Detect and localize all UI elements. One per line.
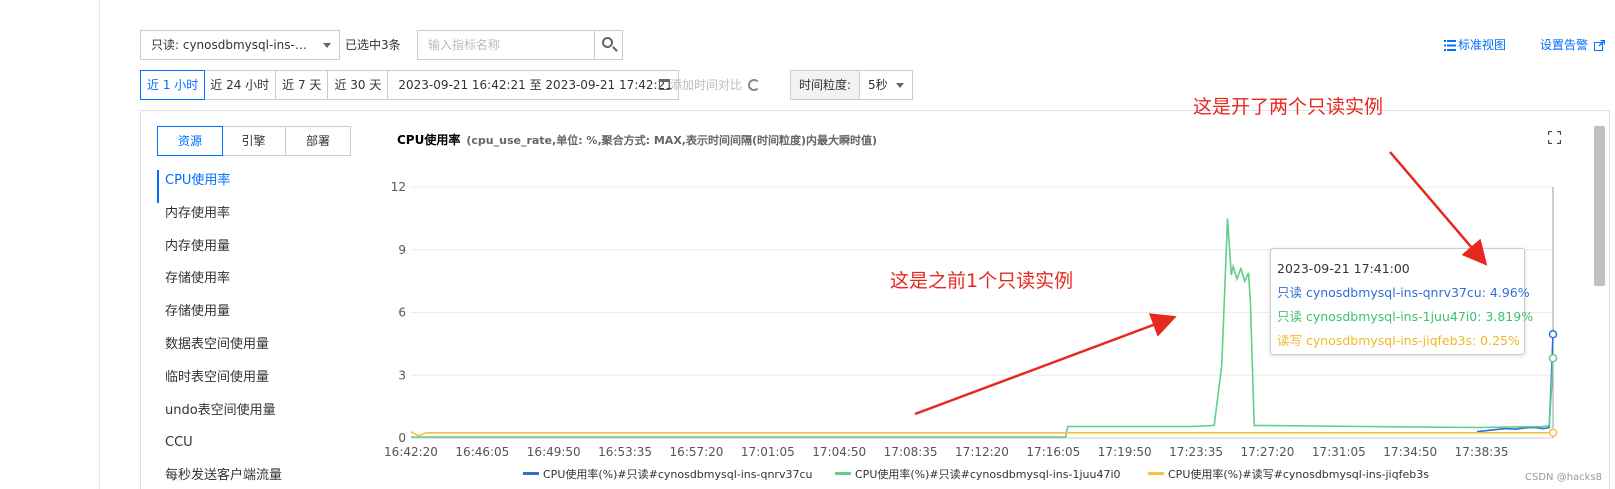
series-point — [1548, 428, 1558, 438]
series-point — [1548, 330, 1558, 339]
y-tick-label: 9 — [398, 243, 406, 257]
legend-label: CPU使用率(%)#只读#cynosdbmysql-ins-qnrv37cu — [543, 467, 812, 481]
tooltip-row: 只读 cynosdbmysql-ins-qnrv37cu: 4.96% — [1277, 285, 1530, 300]
series-point — [1548, 353, 1558, 363]
chart-tooltip: 2023-09-21 17:41:00 只读 cynosdbmysql-ins-… — [1270, 248, 1534, 355]
x-tick-label: 16:57:20 — [670, 445, 724, 459]
tooltip-row: 只读 cynosdbmysql-ins-1juu47i0: 3.819% — [1277, 309, 1534, 324]
x-tick-label: 17:27:20 — [1241, 445, 1295, 459]
tooltip-time: 2023-09-21 17:41:00 — [1277, 261, 1410, 276]
y-tick-label: 0 — [398, 431, 406, 445]
legend-swatch — [835, 472, 851, 475]
x-tick-label: 17:19:50 — [1098, 445, 1152, 459]
x-tick-label: 16:42:20 — [384, 445, 438, 459]
x-tick-label: 17:16:05 — [1026, 445, 1080, 459]
legend-swatch — [523, 472, 539, 475]
x-tick-label: 17:34:50 — [1383, 445, 1437, 459]
cpu-chart: 0 3 6 9 12 16:42:20 16:46:05 16:49:50 16:53:35 16… — [384, 180, 1558, 481]
x-tick-label: 16:53:35 — [598, 445, 652, 459]
y-tick-label: 6 — [398, 306, 406, 320]
legend-swatch — [1148, 472, 1164, 475]
x-tick-label: 17:38:35 — [1455, 445, 1509, 459]
x-tick-label: 17:08:35 — [884, 445, 938, 459]
legend-label: CPU使用率(%)#读写#cynosdbmysql-ins-jiqfeb3s — [1168, 467, 1429, 481]
x-tick-label: 16:49:50 — [527, 445, 581, 459]
annotation-two-readonly: 这是开了两个只读实例 — [1193, 96, 1384, 118]
x-tick-label: 16:46:05 — [455, 445, 509, 459]
y-tick-label: 12 — [391, 180, 406, 194]
annotation-one-readonly: 这是之前1个只读实例 — [890, 270, 1074, 292]
series-line — [410, 430, 1553, 437]
x-tick-label: 17:01:05 — [741, 445, 795, 459]
watermark: CSDN @hacks8 — [1525, 472, 1603, 483]
x-tick-label: 17:12:20 — [955, 445, 1009, 459]
x-tick-label: 17:04:50 — [812, 445, 866, 459]
legend-label: CPU使用率(%)#只读#cynosdbmysql-ins-1juu47i0 — [855, 467, 1121, 481]
tooltip-row: 读写 cynosdbmysql-ins-jiqfeb3s: 0.25% — [1277, 333, 1520, 348]
x-tick-label: 17:23:35 — [1169, 445, 1223, 459]
y-tick-label: 3 — [398, 368, 406, 382]
x-tick-label: 17:31:05 — [1312, 445, 1366, 459]
time-tab-1h[interactable]: 近 1 小时 — [140, 70, 206, 100]
